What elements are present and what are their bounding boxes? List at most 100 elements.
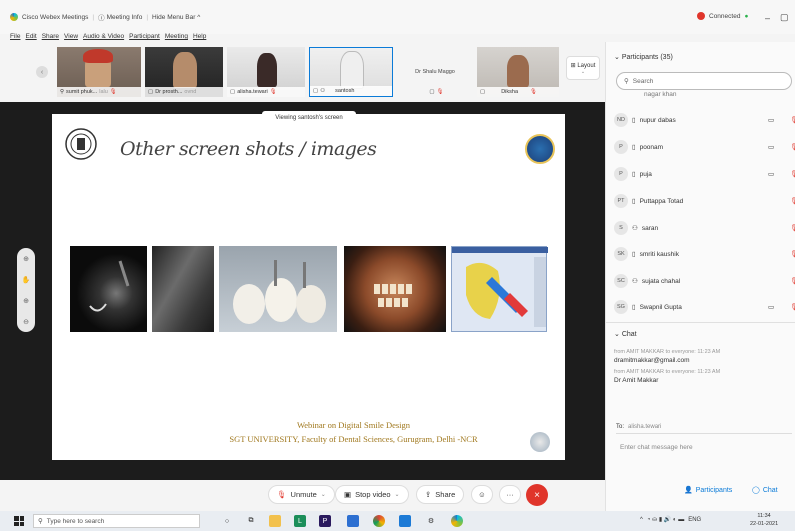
ct-scan-image-1 — [70, 246, 147, 332]
participant-row[interactable]: SC ⚇ sujata chahal 🎙 — [614, 271, 795, 291]
reactions-button[interactable]: ☺ — [471, 485, 493, 504]
pan-hand-icon[interactable]: ✋ — [22, 276, 31, 284]
participants-panel: ⌄ Participants (35) ⚲ Search nagar khan … — [605, 42, 795, 511]
video-thumb-shalu[interactable]: Dr Shalu Maggo ▢ 🎙 — [397, 47, 473, 97]
webex-meetings-icon[interactable] — [451, 515, 463, 527]
muted-icon: 🎙 — [530, 89, 537, 95]
participant-search-input[interactable]: ⚲ Search — [616, 72, 792, 90]
avatar: SK — [614, 247, 628, 261]
participant-row[interactable]: S ⚇ saran 🎙 — [614, 218, 795, 238]
participant-name: poonam — [639, 143, 664, 151]
menu-help[interactable]: Help — [193, 33, 206, 40]
chrome-icon[interactable] — [373, 515, 385, 527]
slide-corner-emblem — [530, 432, 550, 452]
taskbar-search-input[interactable]: ⚲ Type here to search — [33, 514, 200, 528]
participants-toggle-button[interactable]: 👤 Participants — [684, 486, 732, 495]
video-thumb-dr-prosth[interactable]: ▢ Dr prosth... ovnd — [145, 47, 223, 97]
task-view-icon[interactable]: ⧉ — [245, 515, 257, 527]
avatar: P — [614, 167, 628, 181]
hide-menu-bar-button[interactable]: Hide Menu Bar ^ — [152, 14, 200, 21]
video-icon: ▭ — [768, 117, 775, 124]
thumb-name: sumit phuk... — [66, 89, 98, 95]
app-title: Cisco Webex Meetings — [22, 13, 89, 21]
avatar: P — [614, 140, 628, 154]
stop-video-button[interactable]: ▣ Stop video ⌄ — [335, 485, 409, 504]
webex-taskbar-icon[interactable] — [399, 515, 411, 527]
strip-prev-button[interactable]: ‹ — [36, 66, 48, 78]
video-icon: ▭ — [768, 171, 775, 178]
participant-row[interactable]: PT ▯ Puttappa Totad 🎙 — [614, 191, 795, 211]
participant-row[interactable]: P ▯ poonam ▭ 🎙 — [614, 137, 795, 157]
clock-time: 11:34 — [757, 513, 771, 519]
menu-bar: File Edit Share View Audio & Video Parti… — [10, 33, 206, 40]
video-icon: ▢ — [313, 88, 319, 94]
sharing-icon: ⚇ — [320, 88, 326, 94]
chat-message-input[interactable]: Enter chat message here — [620, 444, 693, 451]
video-thumb-diksha[interactable]: ▢ Diksha 🎙 — [477, 47, 559, 97]
premiere-icon[interactable]: P — [319, 515, 331, 527]
participant-row[interactable]: P ▯ puja ▭ 🎙 — [614, 164, 795, 184]
avatar: PT — [614, 194, 628, 208]
muted-icon: 🎙 — [790, 171, 795, 178]
zoom-fit-icon[interactable]: ⊕ — [23, 255, 29, 263]
smiley-icon: ☺ — [478, 490, 486, 499]
menu-edit[interactable]: Edit — [25, 33, 36, 40]
connection-status[interactable]: Connected ● — [697, 12, 748, 20]
chevron-down-icon: ⌄ — [614, 331, 620, 338]
chat-header[interactable]: ⌄ Chat — [614, 330, 637, 338]
share-screen-icon: ⇪ — [425, 490, 432, 499]
menu-file[interactable]: File — [10, 33, 20, 40]
clock-date: 22-01-2021 — [750, 521, 779, 527]
end-meeting-button[interactable]: × — [526, 484, 548, 506]
connected-icon — [697, 12, 705, 20]
menu-participant[interactable]: Participant — [129, 33, 160, 40]
device-icon: ▯ — [632, 304, 636, 311]
video-camera-icon: ▣ — [344, 490, 352, 499]
chat-meta: from AMIT MAKKAR to everyone: 11:23 AM — [614, 349, 721, 355]
restore-icon[interactable]: ▢ — [780, 12, 789, 23]
unmute-button[interactable]: 🎙 Unmute ⌄ — [268, 485, 335, 504]
windows-start-icon[interactable] — [14, 516, 24, 526]
store-icon[interactable] — [347, 515, 359, 527]
chat-recipient[interactable]: To: alisha.tewari — [616, 420, 792, 434]
menu-meeting[interactable]: Meeting — [165, 33, 188, 40]
chevron-down-icon[interactable]: ⌄ — [395, 491, 400, 498]
video-thumb-alisha[interactable]: ▢ alisha.tewari 🎙 — [227, 47, 305, 97]
meeting-info-button[interactable]: ⓘ Meeting Info — [98, 12, 142, 23]
video-thumb-sumit[interactable]: ⚲ sumit phuk... lalu 🎙 — [57, 47, 141, 97]
participant-row-truncated[interactable]: nagar khan — [614, 89, 794, 99]
menu-audio-video[interactable]: Audio & Video — [83, 33, 124, 40]
file-explorer-icon[interactable] — [269, 515, 281, 527]
chevron-up-icon[interactable]: ^ — [640, 517, 643, 523]
chat-toggle-button[interactable]: ◯ Chat — [752, 486, 778, 495]
tray-icons[interactable]: ◔ ⛀ ▮ 🔊 ◐ ▬ — [647, 516, 684, 523]
chevron-down-icon[interactable]: ⌄ — [321, 491, 326, 498]
participants-header[interactable]: ⌄ Participants (35) — [614, 53, 673, 61]
window-controls: – ▢ — [765, 12, 789, 23]
app-l-icon[interactable]: L — [294, 515, 306, 527]
recipient-select[interactable]: alisha.tewari — [628, 424, 661, 430]
zoom-in-icon[interactable]: ⊕ — [23, 297, 29, 305]
zoom-out-icon[interactable]: ⊖ — [23, 318, 29, 326]
settings-gear-icon[interactable]: ⚙ — [425, 515, 437, 527]
device-icon: ▯ — [632, 171, 636, 178]
more-options-button[interactable]: ··· — [499, 485, 521, 504]
clock[interactable]: 11:34 22-01-2021 — [750, 512, 778, 528]
participant-row[interactable]: SG ▯ Swapnil Gupta ▭ 🎙 — [614, 297, 795, 317]
menu-share[interactable]: Share — [42, 33, 59, 40]
language-indicator[interactable]: ENG — [688, 517, 701, 523]
menu-view[interactable]: View — [64, 33, 78, 40]
webex-logo-icon — [10, 13, 18, 21]
system-tray: ^ ◔ ⛀ ▮ 🔊 ◐ ▬ ENG — [640, 516, 701, 524]
participant-row[interactable]: SK ▯ smriti kaushik 🎙 — [614, 244, 795, 264]
video-thumb-santosh[interactable]: ▢ ⚇ santosh — [309, 47, 393, 97]
muted-icon: 🎙 — [790, 198, 795, 205]
minimize-icon[interactable]: – — [765, 13, 770, 23]
layout-button[interactable]: ⊞ Layout ⌄ — [566, 56, 600, 80]
participant-row[interactable]: ND ▯ nupur dabas ▭ 🎙 — [614, 110, 795, 130]
chat-bubble-icon: ◯ — [752, 487, 760, 494]
avatar: ND — [614, 113, 628, 127]
cortana-icon[interactable]: ○ — [221, 515, 233, 527]
share-button[interactable]: ⇪ Share — [416, 485, 465, 504]
muted-icon: 🎙 — [790, 117, 795, 124]
